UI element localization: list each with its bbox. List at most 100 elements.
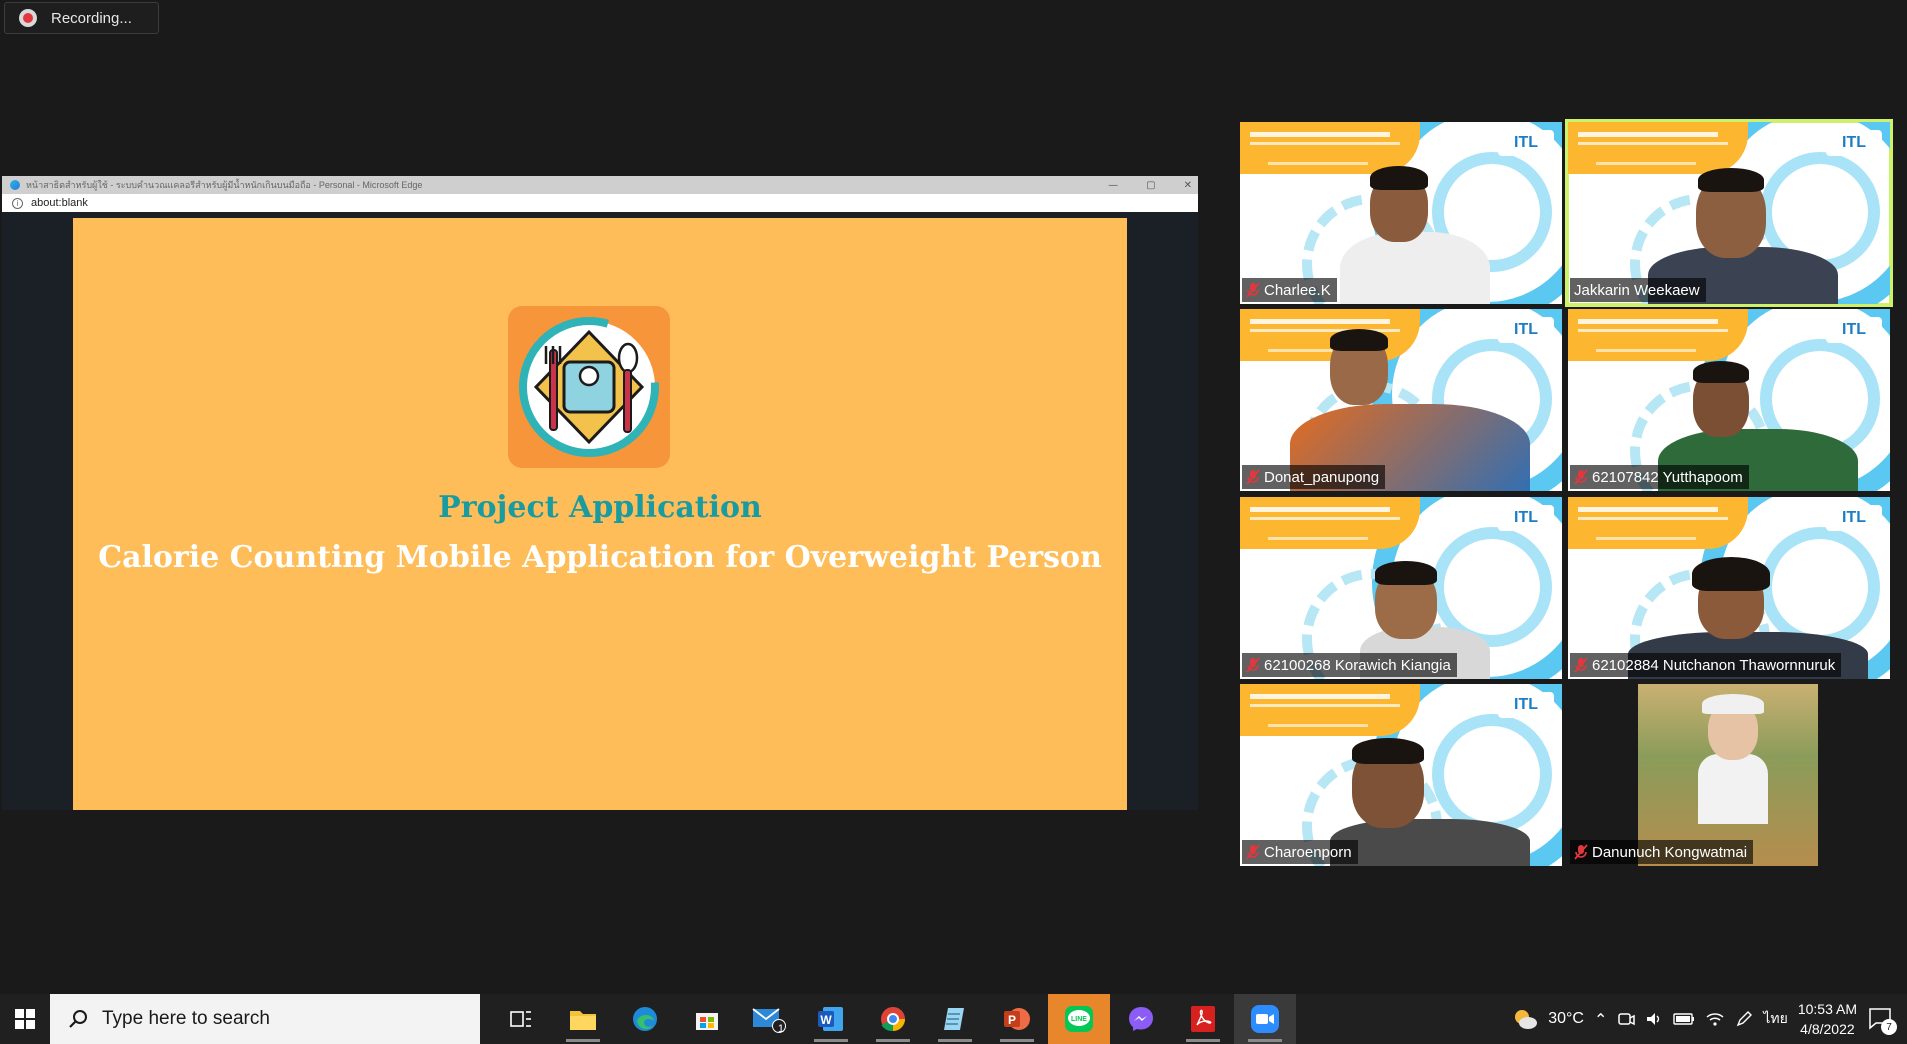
participant-name-tag: Jakkarin Weekaew — [1570, 278, 1706, 302]
windows-icon — [15, 1009, 35, 1029]
file-explorer-button[interactable] — [552, 994, 614, 1044]
participant-name: Charoenporn — [1264, 843, 1352, 861]
store-icon — [696, 1013, 718, 1030]
browser-title-bar[interactable]: หน้าสาธิตสำหรับผู้ใช้ - ระบบคำนวณแคลอรีส… — [2, 176, 1198, 194]
itl-logo: ITL — [1498, 317, 1554, 343]
powerpoint-button[interactable]: P — [986, 994, 1048, 1044]
store-button[interactable] — [676, 994, 738, 1044]
chrome-icon — [881, 1007, 905, 1032]
participant-photo — [1638, 684, 1818, 866]
wifi-icon[interactable] — [1705, 1011, 1725, 1027]
line-icon: LINE — [1065, 1006, 1093, 1032]
svg-text:P: P — [1008, 1013, 1016, 1027]
recording-indicator[interactable]: Recording... — [4, 2, 159, 34]
slide-title: Calorie Counting Mobile Application for … — [98, 540, 1102, 575]
task-view-button[interactable] — [490, 994, 552, 1044]
meet-now-icon[interactable] — [1617, 1010, 1636, 1028]
recording-label: Recording... — [51, 9, 132, 27]
mic-muted-icon — [1574, 844, 1588, 860]
participant-tile[interactable]: ITL 62107842 Yutthapoom — [1568, 309, 1890, 491]
participant-tile[interactable]: Danunuch Kongwatmai — [1568, 684, 1890, 866]
minimize-icon[interactable]: — — [1108, 180, 1118, 191]
record-icon — [19, 9, 37, 27]
system-tray: 30°C ⌃ ไทย 10:53 AM 4/8/2022 7 — [1512, 994, 1907, 1044]
participant-name-tag: Donat_panupong — [1242, 465, 1386, 489]
mic-muted-icon — [1574, 657, 1588, 673]
participant-tile[interactable]: ITL Donat_panupong — [1240, 309, 1562, 491]
participant-name: Donat_panupong — [1264, 468, 1380, 486]
participant-name-tag: 62107842 Yutthapoom — [1570, 465, 1749, 489]
presentation-slide: Project Application Calorie Counting Mob… — [73, 218, 1127, 810]
participant-name-tag: Danunuch Kongwatmai — [1570, 840, 1754, 864]
volume-icon[interactable] — [1645, 1010, 1663, 1028]
notification-center-button[interactable]: 7 — [1867, 1005, 1897, 1035]
messenger-button[interactable] — [1110, 994, 1172, 1044]
notification-count: 7 — [1881, 1019, 1897, 1035]
participant-name: 62107842 Yutthapoom — [1592, 468, 1743, 486]
participant-name: Jakkarin Weekaew — [1574, 281, 1700, 299]
temperature[interactable]: 30°C — [1548, 1010, 1584, 1028]
participant-name: Charlee.K — [1264, 281, 1331, 299]
edge-icon — [633, 1007, 657, 1031]
itl-logo: ITL — [1826, 505, 1882, 531]
mail-button[interactable]: 1 — [738, 994, 800, 1044]
word-button[interactable]: W — [800, 994, 862, 1044]
participant-name: 62102884 Nutchanon Thawornnuruk — [1592, 656, 1836, 674]
folder-icon — [570, 1011, 596, 1030]
clock[interactable]: 10:53 AM 4/8/2022 — [1798, 999, 1857, 1039]
chevron-up-icon[interactable]: ⌃ — [1594, 1010, 1607, 1029]
mic-muted-icon — [1246, 657, 1260, 673]
participant-name: 62100268 Korawich Kiangia — [1264, 656, 1451, 674]
close-icon[interactable]: ✕ — [1184, 180, 1192, 191]
slide-subtitle: Project Application — [438, 490, 762, 525]
powerpoint-icon: P — [1004, 1008, 1030, 1030]
svg-text:LINE: LINE — [1071, 1016, 1087, 1023]
edge-icon — [10, 180, 20, 190]
address-text[interactable]: about:blank — [31, 197, 88, 209]
mail-badge: 1 — [777, 1023, 784, 1035]
itl-logo: ITL — [1498, 505, 1554, 531]
mic-muted-icon — [1574, 469, 1588, 485]
messenger-icon — [1129, 1007, 1153, 1031]
start-button[interactable] — [0, 994, 50, 1044]
task-view-icon — [510, 1011, 531, 1027]
battery-icon[interactable] — [1673, 1012, 1695, 1026]
itl-logo: ITL — [1498, 130, 1554, 156]
participant-tile[interactable]: ITL 62102884 Nutchanon Thawornnuruk — [1568, 497, 1890, 679]
participant-name-tag: Charoenporn — [1242, 840, 1358, 864]
browser-window-title: หน้าสาธิตสำหรับผู้ใช้ - ระบบคำนวณแคลอรีส… — [26, 180, 423, 190]
notepad-button[interactable] — [924, 994, 986, 1044]
participant-tile[interactable]: ITL Charoenporn — [1240, 684, 1562, 866]
weather-icon[interactable] — [1512, 1007, 1538, 1031]
notepad-icon — [944, 1008, 964, 1030]
maximize-icon[interactable]: ▢ — [1146, 180, 1155, 191]
participant-tile[interactable]: ITL Charlee.K — [1240, 122, 1562, 304]
shared-screen: หน้าสาธิตสำหรับผู้ใช้ - ระบบคำนวณแคลอรีส… — [2, 176, 1198, 810]
participant-tile-active-speaker[interactable]: ITL Jakkarin Weekaew — [1565, 119, 1893, 307]
zoom-button[interactable] — [1234, 994, 1296, 1044]
zoom-icon — [1251, 1005, 1279, 1033]
app-logo-icon — [508, 306, 670, 468]
taskbar: Type here to search 1 W P LINE 30°C ⌃ ไท… — [0, 994, 1907, 1044]
acrobat-icon — [1191, 1006, 1215, 1032]
address-bar[interactable]: i about:blank — [2, 194, 1198, 212]
participant-tile[interactable]: ITL 62100268 Korawich Kiangia — [1240, 497, 1562, 679]
clock-date: 4/8/2022 — [1800, 1021, 1855, 1037]
search-icon — [69, 1010, 87, 1028]
svg-text:W: W — [820, 1013, 832, 1027]
participant-name-tag: 62102884 Nutchanon Thawornnuruk — [1570, 653, 1842, 677]
mic-muted-icon — [1246, 469, 1260, 485]
mic-muted-icon — [1246, 282, 1260, 298]
window-controls: — ▢ ✕ — [1108, 176, 1192, 194]
edge-button[interactable] — [614, 994, 676, 1044]
info-icon[interactable]: i — [12, 197, 23, 209]
pen-icon[interactable] — [1735, 1010, 1753, 1028]
acrobat-button[interactable] — [1172, 994, 1234, 1044]
clock-time: 10:53 AM — [1797, 1001, 1857, 1017]
chrome-button[interactable] — [862, 994, 924, 1044]
taskbar-search[interactable]: Type here to search — [50, 994, 480, 1044]
itl-logo: ITL — [1826, 130, 1882, 156]
line-button[interactable]: LINE — [1048, 994, 1110, 1044]
mic-muted-icon — [1246, 844, 1260, 860]
input-language[interactable]: ไทย — [1763, 1008, 1787, 1030]
